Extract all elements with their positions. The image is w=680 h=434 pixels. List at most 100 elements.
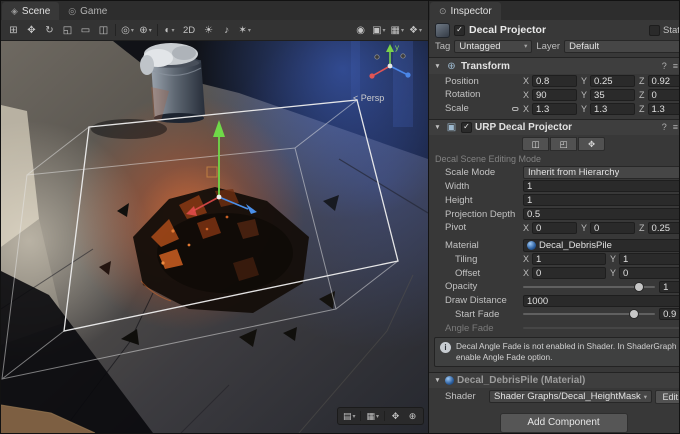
gizmos-menu-icon[interactable]: ❖▾ [407,22,424,38]
tiling-y-field[interactable]: 1 [619,253,680,265]
material-section-header[interactable]: ▼ Decal_DebrisPile (Material) ⋮ [429,372,680,389]
transform-tool-icon[interactable]: ◫ [95,22,112,38]
opacity-slider-knob[interactable] [635,283,643,291]
toolbar-separator [115,24,116,36]
angle-fade-row: Angle Fade [429,321,680,335]
position-z-field[interactable]: 0.92 [648,75,680,87]
shader-dropdown[interactable]: Shader Graphs/Decal_HeightMask ▾ [489,390,652,403]
material-label: Material [429,240,523,251]
help-icon[interactable]: ? [662,122,667,132]
help-icon[interactable]: ? [662,61,667,71]
pan-overlay-icon[interactable]: ✥ [388,409,403,423]
opacity-slider[interactable] [523,281,655,293]
position-row: Position X0.8 Y0.25 Z0.92 [429,74,680,88]
toolbar-separator [157,24,158,36]
angle-fade-label: Angle Fade [429,323,523,334]
pivot-mode-icon[interactable]: ◎▾ [119,22,136,38]
tiling-x-field[interactable]: 1 [532,253,606,265]
effects-toggle-icon[interactable]: ✶▾ [236,22,253,38]
pivot-z-field[interactable]: 0.25 [648,222,680,234]
edit-pivot-mode-button[interactable]: ✥ [578,137,605,151]
rotation-y-field[interactable]: 35 [590,89,635,101]
scene-visibility-icon[interactable]: ◉ [352,22,369,38]
transform-header[interactable]: ▼ ⊕ Transform ? ≡ ⋮ [429,57,680,74]
foldout-icon[interactable]: ▼ [433,377,442,384]
presets-icon[interactable]: ≡ [673,122,678,132]
active-checkbox[interactable]: ✓ [454,25,465,36]
scale-z-field[interactable]: 1.3 [648,103,680,115]
scene-tab-label: Scene [22,6,50,17]
shading-mode-icon[interactable]: ◐▾ [161,22,178,38]
projection-depth-field[interactable]: 0.5 [523,208,680,220]
start-fade-slider-knob[interactable] [630,310,638,318]
grid-settings-icon[interactable]: ▦▾ [389,22,406,38]
urp-decal-projector-header[interactable]: ▼ ▣ ✓ URP Decal Projector ? ≡ ⋮ [429,119,680,136]
scale-tool-icon[interactable]: ◱ [59,22,76,38]
2d-toggle[interactable]: 2D [179,25,199,36]
edit-crop-mode-button[interactable]: ◰ [550,137,577,151]
position-y-field[interactable]: 0.25 [590,75,635,87]
foldout-icon[interactable]: ▼ [433,124,442,131]
grid-toggle-icon[interactable]: ▦▾ [364,409,381,423]
inspector-tab-label: Inspector [451,6,492,17]
start-fade-field[interactable]: 0.9 [659,308,680,320]
start-fade-slider[interactable] [523,308,655,320]
presets-icon[interactable]: ≡ [673,61,678,71]
static-checkbox[interactable] [649,25,660,36]
foldout-icon[interactable]: ▼ [433,63,442,70]
tab-scene[interactable]: ◈ Scene [2,2,59,20]
layer-label: Layer [536,41,560,52]
offset-y-field[interactable]: 0 [619,267,680,279]
handle-orientation-icon[interactable]: ⊕▾ [137,22,154,38]
gameobject-name[interactable]: Decal Projector [469,24,645,36]
draw-distance-field[interactable]: 1000 [523,295,680,307]
edit-scale-mode-button[interactable]: ◫ [522,137,549,151]
rotation-z-field[interactable]: 0 [648,89,680,101]
camera-settings-icon[interactable]: ▣▾ [370,22,387,38]
scale-x-field[interactable]: 1.3 [532,103,577,115]
rotation-x-field[interactable]: 90 [532,89,577,101]
offset-x-field[interactable]: 0 [532,267,606,279]
tag-layer-row: Tag Untagged ▾ Layer Default ▾ [429,39,680,56]
overlay-separator [360,411,361,421]
scale-mode-row: Scale Mode Inherit from Hierarchy ▾ [429,166,680,180]
shader-label: Shader [429,391,489,402]
rect-tool-icon[interactable]: ▭ [77,22,94,38]
decal-component-icon: ▣ [445,122,458,133]
scale-mode-dropdown[interactable]: Inherit from Hierarchy ▾ [523,166,680,179]
persp-label[interactable]: < Persp [353,93,384,103]
tab-inspector[interactable]: ⊙ Inspector [430,2,501,20]
material-sphere-icon [527,241,536,250]
tab-game[interactable]: ◎ Game [59,2,116,20]
scene-toolbar: ⊞ ✥ ↻ ◱ ▭ ◫ ◎▾ ⊕▾ ◐▾ 2D ☀ ♪ ✶▾ ◉ ▣▾ ▦▾ ❖… [1,20,428,41]
lighting-toggle-icon[interactable]: ☀ [200,22,217,38]
tools-overlay-icon[interactable]: ⊞ [5,22,22,38]
pivot-x-field[interactable]: 0 [532,222,577,234]
position-x-field[interactable]: 0.8 [532,75,577,87]
camera-preview-icon[interactable]: ▤▾ [341,409,358,423]
material-object-field[interactable]: Decal_DebrisPile ⊙ [523,239,680,252]
opacity-field[interactable]: 1 [659,281,680,293]
tag-dropdown[interactable]: Untagged ▾ [454,40,532,53]
add-component-button[interactable]: Add Component [500,413,628,433]
component-enabled-checkbox[interactable]: ✓ [461,122,472,133]
view-tool-icon[interactable]: ✥ [23,22,40,38]
start-fade-row: Start Fade 0.9 [429,308,680,322]
shader-edit-button[interactable]: Edit... [655,390,680,404]
scale-y-field[interactable]: 1.3 [590,103,635,115]
scene-viewport[interactable]: y < Persp ▤▾ ▦▾ ✥ ⊕ [1,41,428,433]
height-field[interactable]: 1 [523,194,680,206]
decal-editing-mode-label: Decal Scene Editing Mode [429,153,680,166]
draw-distance-row: Draw Distance 1000 [429,294,680,308]
width-field[interactable]: 1 [523,180,680,192]
pivot-y-field[interactable]: 0 [590,222,635,234]
tiling-row: Tiling X1 Y1 [429,252,680,266]
static-toggle[interactable]: Static ▾ [649,25,680,36]
rotate-tool-icon[interactable]: ↻ [41,22,58,38]
layer-dropdown[interactable]: Default ▾ [564,40,680,53]
zoom-overlay-icon[interactable]: ⊕ [405,409,420,423]
gizmo-y-label: y [395,43,399,52]
link-scale-icon[interactable] [511,105,523,113]
inspector-menu-icon[interactable]: ⋮ [676,5,680,16]
audio-toggle-icon[interactable]: ♪ [218,22,235,38]
